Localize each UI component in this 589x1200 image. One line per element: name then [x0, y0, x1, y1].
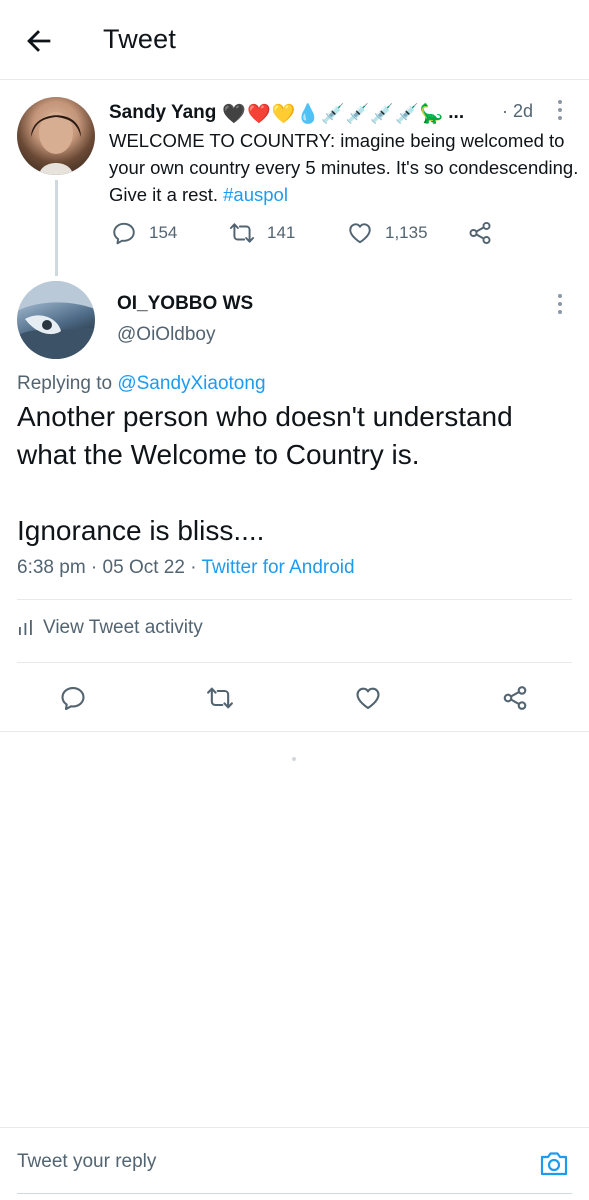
parent-name-emojis: 🖤❤️💛💧💉💉💉💉🦕 — [222, 102, 445, 125]
parent-tweet-header: Sandy Yang 🖤❤️💛💧💉💉💉💉🦕 ... — [109, 100, 464, 126]
main-author-handle[interactable]: @OiOldboy — [117, 324, 216, 346]
page-title: Tweet — [103, 24, 177, 54]
parent-tweet-body: WELCOME TO COUNTRY: imagine being welcom… — [109, 130, 579, 205]
top-app-bar: Tweet — [0, 0, 589, 80]
name-truncation: ... — [448, 102, 465, 123]
avatar-image — [31, 112, 81, 175]
reply-icon — [61, 687, 85, 711]
reply-bar: Tweet your reply — [0, 1127, 589, 1200]
retweet-icon — [207, 687, 233, 709]
replying-to: Replying to @SandyXiaotong — [17, 373, 266, 395]
reply-input-underline — [17, 1193, 572, 1194]
main-more-button[interactable] — [553, 293, 567, 315]
heart-icon — [356, 687, 380, 709]
retweet-icon — [229, 223, 255, 243]
more-vertical-icon — [558, 100, 562, 120]
divider — [0, 731, 589, 732]
avatar-sandy-yang[interactable] — [17, 97, 95, 175]
reply-icon — [113, 222, 135, 245]
parent-tweet-actions: 154 141 1,135 — [109, 220, 509, 250]
replying-prefix: Replying to — [17, 373, 113, 394]
parent-like-button[interactable]: 1,135 — [347, 220, 428, 246]
main-tweet-text: Another person who doesn't understand wh… — [17, 398, 577, 550]
parent-share-button[interactable] — [467, 220, 493, 246]
parent-reply-button[interactable]: 154 — [111, 220, 177, 246]
arrow-left-icon — [27, 30, 51, 52]
view-tweet-activity[interactable]: View Tweet activity — [17, 617, 203, 639]
tweet-timestamp: 6:38 pm · 05 Oct 22 · — [17, 557, 197, 578]
camera-icon — [540, 1152, 568, 1176]
like-count: 1,135 — [385, 223, 428, 242]
activity-label: View Tweet activity — [43, 617, 203, 638]
avatar-image — [17, 281, 95, 359]
thread-connector — [55, 180, 58, 276]
retweet-count: 141 — [267, 223, 296, 242]
replying-mention-link[interactable]: @SandyXiaotong — [117, 373, 265, 394]
back-button[interactable] — [22, 24, 56, 58]
main-share-button[interactable] — [501, 684, 529, 712]
more-vertical-icon — [558, 294, 562, 314]
tweet-source-link[interactable]: Twitter for Android — [201, 557, 354, 578]
share-icon — [503, 686, 527, 710]
hashtag-link[interactable]: #auspol — [223, 184, 288, 205]
reply-count: 154 — [149, 223, 178, 242]
parent-tweet-text[interactable]: WELCOME TO COUNTRY: imagine being welcom… — [109, 127, 579, 208]
divider — [17, 662, 572, 663]
main-like-button[interactable] — [354, 684, 382, 712]
tweet-meta: 6:38 pm · 05 Oct 22 · Twitter for Androi… — [17, 557, 355, 579]
bar-chart-icon — [19, 620, 32, 635]
parent-more-button[interactable] — [553, 99, 567, 121]
parent-author-name[interactable]: Sandy Yang — [109, 102, 216, 124]
main-reply-button[interactable] — [59, 684, 87, 712]
heart-icon — [349, 223, 371, 244]
share-icon — [469, 221, 491, 245]
main-author-name[interactable]: OI_YOBBO WS — [117, 293, 253, 315]
main-retweet-button[interactable] — [206, 684, 234, 712]
parent-retweet-button[interactable]: 141 — [229, 220, 295, 246]
main-tweet-line-1: Another person who doesn't understand wh… — [17, 401, 513, 470]
main-tweet-line-2: Ignorance is bliss.... — [17, 515, 265, 546]
parent-tweet-time[interactable]: · 2d — [502, 101, 533, 122]
camera-button[interactable] — [537, 1147, 571, 1181]
reply-input[interactable]: Tweet your reply — [17, 1151, 156, 1173]
loading-indicator — [292, 757, 296, 761]
divider — [17, 599, 572, 600]
avatar-oi-yobbo[interactable] — [17, 281, 95, 359]
